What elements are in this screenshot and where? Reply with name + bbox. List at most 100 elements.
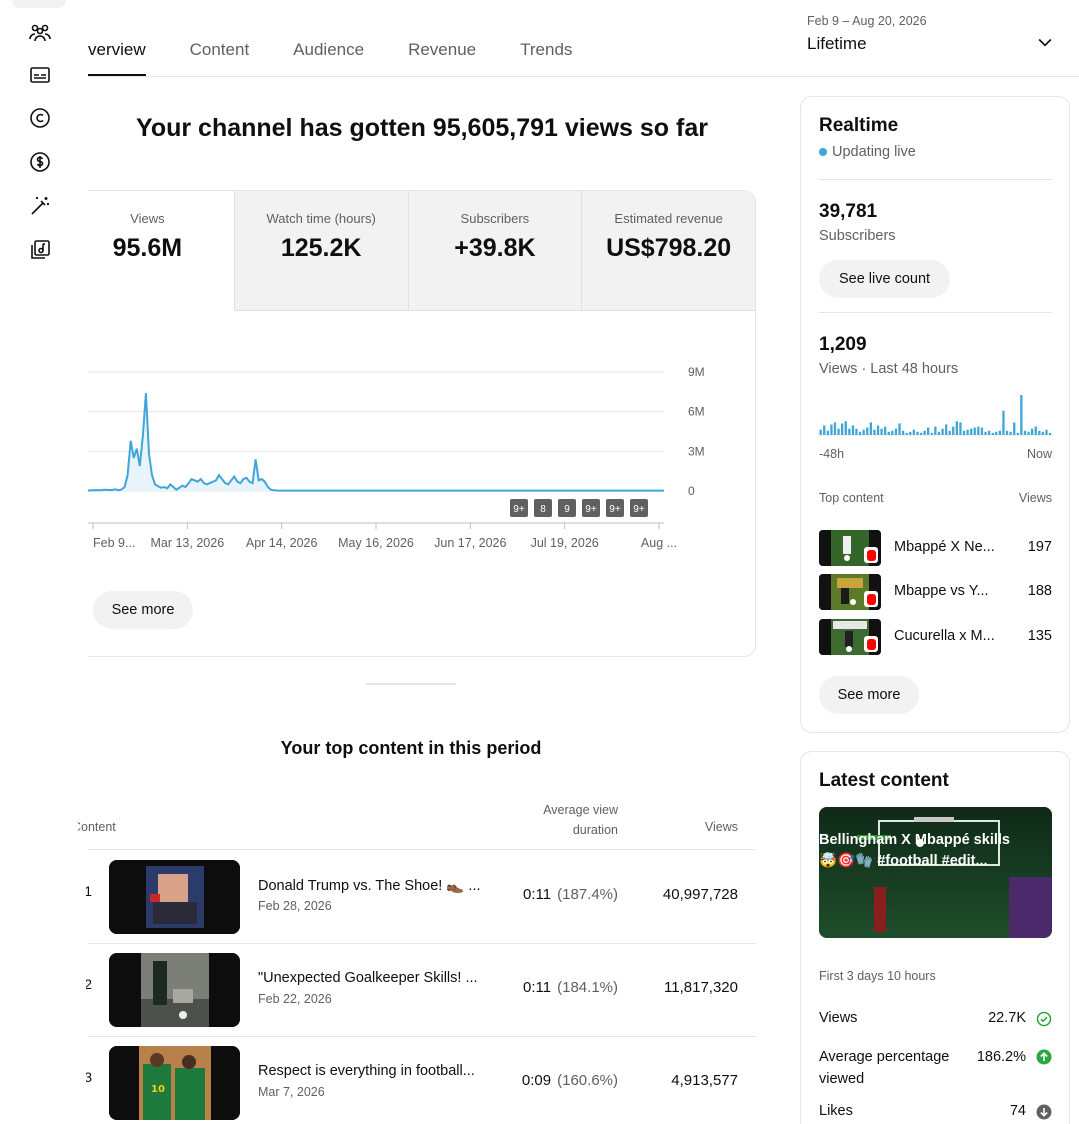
top-content-title: Your top content in this period bbox=[280, 738, 542, 758]
realtime-bar bbox=[1027, 431, 1030, 435]
stat-label: Average percentage viewed bbox=[819, 1049, 950, 1087]
magic-wand-icon[interactable] bbox=[26, 192, 54, 220]
marker-label: 9+ bbox=[585, 504, 597, 515]
realtime-bar bbox=[858, 431, 862, 435]
realtime-bar bbox=[851, 425, 855, 435]
x-tick-label: Apr 14, 2026 bbox=[246, 536, 318, 550]
video-date: Feb 22, 2026 bbox=[258, 992, 332, 1006]
realtime-bar bbox=[819, 429, 822, 435]
top-views-label: Views bbox=[1018, 491, 1052, 505]
axis-right-label: Now bbox=[1026, 447, 1052, 461]
stat-label: Views bbox=[819, 1010, 858, 1026]
video-title[interactable]: Donald Trump vs. The Shoe! 👞 ... bbox=[258, 877, 493, 894]
marker-label: 9+ bbox=[513, 504, 525, 515]
metric-revenue[interactable]: Estimated revenue US$798.20 bbox=[582, 191, 755, 311]
table-row[interactable]: 2 "Unexpected Goalkeeper Skills! ... Feb… bbox=[86, 943, 756, 1036]
realtime-bar bbox=[1045, 429, 1048, 435]
realtime-bar bbox=[1041, 431, 1044, 435]
item-title: Mbappe vs Y... bbox=[894, 583, 989, 599]
realtime-bar bbox=[901, 430, 905, 435]
audience-icon[interactable] bbox=[26, 18, 54, 46]
audio-library-icon[interactable] bbox=[26, 236, 54, 264]
metric-label: Watch time (hours) bbox=[266, 211, 376, 226]
realtime-bar bbox=[930, 432, 933, 435]
realtime-bar bbox=[894, 428, 898, 435]
realtime-see-more-button[interactable]: See more bbox=[819, 676, 919, 714]
realtime-bar bbox=[887, 431, 890, 435]
thumbnail-image bbox=[109, 860, 240, 934]
row-rank: 2 bbox=[86, 976, 92, 992]
video-thumbnail bbox=[109, 953, 240, 1027]
realtime-bar bbox=[1034, 426, 1037, 435]
earn-dollar-icon[interactable] bbox=[26, 148, 54, 176]
realtime-views-label: Views · Last 48 hours bbox=[819, 361, 959, 377]
tab-revenue[interactable]: Revenue bbox=[408, 30, 476, 76]
x-tick-label: Mar 13, 2026 bbox=[150, 536, 224, 550]
arrow-up-circle-icon bbox=[1036, 1049, 1052, 1065]
table-row[interactable]: 1 Donald Trump vs. The Shoe! 👞 ... Feb 2… bbox=[86, 850, 756, 943]
metric-subscribers[interactable]: Subscribers +39.8K bbox=[408, 191, 583, 311]
see-live-count-button[interactable]: See live count bbox=[819, 260, 950, 298]
metric-watch-time[interactable]: Watch time (hours) 125.2K bbox=[234, 191, 409, 311]
series-line bbox=[87, 393, 664, 492]
subtitles-icon[interactable] bbox=[26, 61, 54, 89]
realtime-top-item[interactable]: Mbappe vs Y... 188 bbox=[819, 574, 1052, 612]
realtime-card: Realtime Updating live 39,781 Subscriber… bbox=[800, 96, 1070, 733]
realtime-bar bbox=[1031, 428, 1034, 435]
tab-trends[interactable]: Trends bbox=[520, 30, 572, 76]
shorts-icon bbox=[864, 547, 878, 563]
realtime-bar bbox=[998, 430, 1001, 435]
series-area bbox=[88, 393, 664, 491]
see-more-button[interactable]: See more bbox=[93, 591, 193, 629]
realtime-bar bbox=[912, 429, 915, 435]
live-dot-icon bbox=[819, 148, 827, 156]
realtime-bar bbox=[1005, 430, 1009, 435]
video-title[interactable]: "Unexpected Goalkeeper Skills! ... bbox=[258, 970, 493, 986]
stat-value: 74 bbox=[1009, 1103, 1026, 1119]
header-avg-view-duration[interactable]: Average view duration bbox=[520, 800, 618, 840]
tab-audience[interactable]: Audience bbox=[293, 30, 364, 76]
x-tick-label: Jun 17, 2026 bbox=[434, 536, 506, 550]
realtime-bar bbox=[1020, 395, 1023, 435]
video-date: Feb 28, 2026 bbox=[258, 899, 332, 913]
realtime-bar bbox=[973, 427, 976, 435]
metric-label: Subscribers bbox=[460, 211, 530, 226]
item-views: 135 bbox=[1027, 628, 1052, 644]
realtime-bar bbox=[916, 431, 919, 435]
realtime-bar bbox=[898, 423, 901, 435]
header-content: Content bbox=[72, 820, 130, 834]
copyright-icon[interactable] bbox=[26, 104, 54, 132]
top-content-header: Top content Views bbox=[819, 491, 1052, 505]
realtime-subscribers-value: 39,781 bbox=[819, 201, 878, 222]
realtime-bar bbox=[844, 421, 847, 435]
avd-time: 0:09 bbox=[521, 1072, 552, 1089]
tab-content[interactable]: Content bbox=[190, 30, 250, 76]
realtime-bar bbox=[959, 422, 962, 435]
section-divider bbox=[366, 683, 456, 685]
channel-views-headline: Your channel has gotten 95,605,791 views… bbox=[136, 114, 708, 142]
realtime-bar bbox=[988, 430, 991, 435]
check-circle-icon bbox=[1036, 1011, 1052, 1027]
table-row[interactable]: 3 10 Respect is everything in football..… bbox=[86, 1036, 756, 1124]
metric-value: US$798.20 bbox=[606, 234, 732, 262]
date-range-text: Feb 9 – Aug 20, 2026 bbox=[807, 14, 927, 28]
realtime-bar bbox=[941, 428, 944, 435]
latest-stat-views: Views 22.7K bbox=[819, 1010, 1052, 1027]
realtime-bar bbox=[891, 430, 894, 435]
rail-selected-item[interactable] bbox=[12, 0, 66, 8]
realtime-bar bbox=[833, 422, 837, 435]
tab-overview[interactable]: verview bbox=[88, 30, 146, 76]
realtime-bar bbox=[927, 427, 930, 435]
short-thumbnail bbox=[819, 619, 881, 655]
header-views[interactable]: Views bbox=[660, 820, 738, 834]
realtime-bar bbox=[962, 430, 966, 435]
realtime-top-item[interactable]: Cucurella x M... 135 bbox=[819, 619, 1052, 657]
date-range-picker[interactable]: Feb 9 – Aug 20, 2026 Lifetime bbox=[807, 14, 1057, 64]
realtime-top-item[interactable]: Mbappé X Ne... 197 bbox=[819, 530, 1052, 568]
realtime-bar-chart bbox=[819, 395, 1052, 436]
realtime-bar bbox=[1009, 431, 1012, 435]
video-title[interactable]: Respect is everything in football... bbox=[258, 1063, 493, 1079]
realtime-bar bbox=[880, 428, 883, 435]
realtime-bar bbox=[855, 428, 858, 435]
latest-video-thumbnail[interactable] bbox=[819, 807, 1052, 938]
